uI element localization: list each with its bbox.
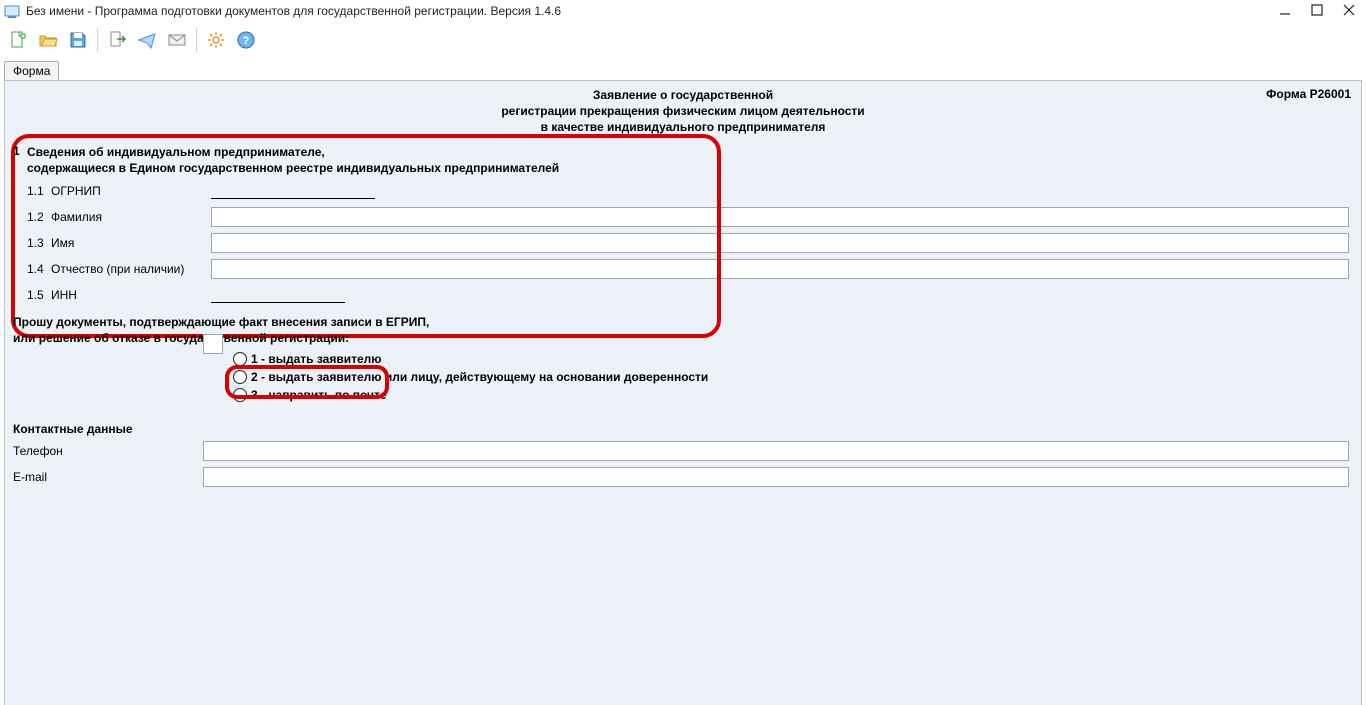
window-title: Без имени - Программа подготовки докумен…	[26, 4, 1278, 18]
field-num: 1.2	[27, 210, 51, 224]
section-1-number: 1	[13, 144, 20, 158]
section-1-title-l2: содержащиеся в Едином государственном ре…	[27, 161, 559, 175]
field-row-patronymic: 1.4 Отчество (при наличии)	[13, 258, 1353, 280]
name-input[interactable]	[211, 233, 1349, 253]
help-button[interactable]: ?	[232, 26, 260, 54]
new-document-button[interactable]	[4, 26, 32, 54]
email-label: E-mail	[13, 470, 203, 484]
contact-row-phone: Телефон	[13, 440, 1353, 462]
radio-icon	[233, 370, 247, 384]
radio-label: 3 - направить по почте	[251, 388, 387, 402]
app-icon	[4, 3, 20, 19]
email-input[interactable]	[203, 467, 1349, 487]
radio-icon	[233, 388, 247, 402]
radio-option-1[interactable]: 1 - выдать заявителю	[203, 350, 1353, 368]
radio-option-3[interactable]: 3 - направить по почте	[203, 386, 1353, 404]
tab-strip: Форма	[0, 58, 1366, 80]
radio-label: 1 - выдать заявителю	[251, 352, 382, 366]
svg-text:?: ?	[243, 35, 250, 47]
section-1-title-l1: Сведения об индивидуальном предпринимате…	[27, 145, 325, 159]
field-label: ОГРНИП	[51, 184, 211, 198]
toolbar: ?	[0, 22, 1366, 58]
radio-option-2[interactable]: 2 - выдать заявителю или лицу, действующ…	[203, 368, 1353, 386]
field-num: 1.5	[27, 288, 51, 302]
maximize-button[interactable]	[1310, 3, 1324, 20]
form-header: Заявление о государственной регистрации …	[7, 83, 1359, 140]
contact-row-email: E-mail	[13, 466, 1353, 488]
form-header-line1: Заявление о государственной	[117, 87, 1249, 103]
form-header-line3: в качестве индивидуального предпринимате…	[117, 119, 1249, 135]
settings-button[interactable]	[202, 26, 230, 54]
contact-section: Контактные данные Телефон E-mail	[13, 422, 1353, 488]
phone-input[interactable]	[203, 441, 1349, 461]
field-row-inn: 1.5 ИНН	[13, 284, 1353, 306]
field-num: 1.4	[27, 262, 51, 276]
save-document-button[interactable]	[64, 26, 92, 54]
tab-form[interactable]: Форма	[4, 61, 59, 81]
field-num: 1.3	[27, 236, 51, 250]
close-button[interactable]	[1342, 3, 1356, 20]
radio-label: 2 - выдать заявителю или лицу, действующ…	[251, 370, 708, 384]
field-num: 1.1	[27, 184, 51, 198]
field-row-surname: 1.2 Фамилия	[13, 206, 1353, 228]
field-label: Фамилия	[51, 210, 211, 224]
patronymic-input[interactable]	[211, 259, 1349, 279]
field-label: ИНН	[51, 288, 211, 302]
send-button[interactable]	[133, 26, 161, 54]
radio-icon	[233, 352, 247, 366]
section-1-title: Сведения об индивидуальном предпринимате…	[13, 142, 1353, 176]
section-2-title-l2: или решение об отказе в государственной …	[13, 331, 349, 345]
window-titlebar: Без имени - Программа подготовки докумен…	[0, 0, 1366, 22]
export-button[interactable]	[103, 26, 131, 54]
mail-button[interactable]	[163, 26, 191, 54]
field-label: Имя	[51, 236, 211, 250]
section-1: 1 Сведения об индивидуальном предпринима…	[13, 142, 1353, 306]
minimize-button[interactable]	[1278, 3, 1292, 20]
field-row-ogrnip: 1.1 ОГРНИП	[13, 180, 1353, 202]
form-panel: Форма Р26001 Заявление о государственной…	[4, 80, 1362, 705]
section-2: Прошу документы, подтверждающие факт вне…	[13, 314, 1353, 404]
inn-input[interactable]	[211, 286, 345, 303]
section-2-title-l1: Прошу документы, подтверждающие факт вне…	[13, 315, 429, 329]
ogrnip-input[interactable]	[211, 182, 375, 199]
form-code-label: Форма Р26001	[1266, 87, 1351, 101]
phone-label: Телефон	[13, 444, 203, 458]
field-row-name: 1.3 Имя	[13, 232, 1353, 254]
surname-input[interactable]	[211, 207, 1349, 227]
open-document-button[interactable]	[34, 26, 62, 54]
form-header-line2: регистрации прекращения физическим лицом…	[117, 103, 1249, 119]
contact-title: Контактные данные	[13, 422, 1353, 436]
field-label: Отчество (при наличии)	[51, 262, 211, 276]
toolbar-separator	[97, 28, 98, 52]
toolbar-separator	[196, 28, 197, 52]
